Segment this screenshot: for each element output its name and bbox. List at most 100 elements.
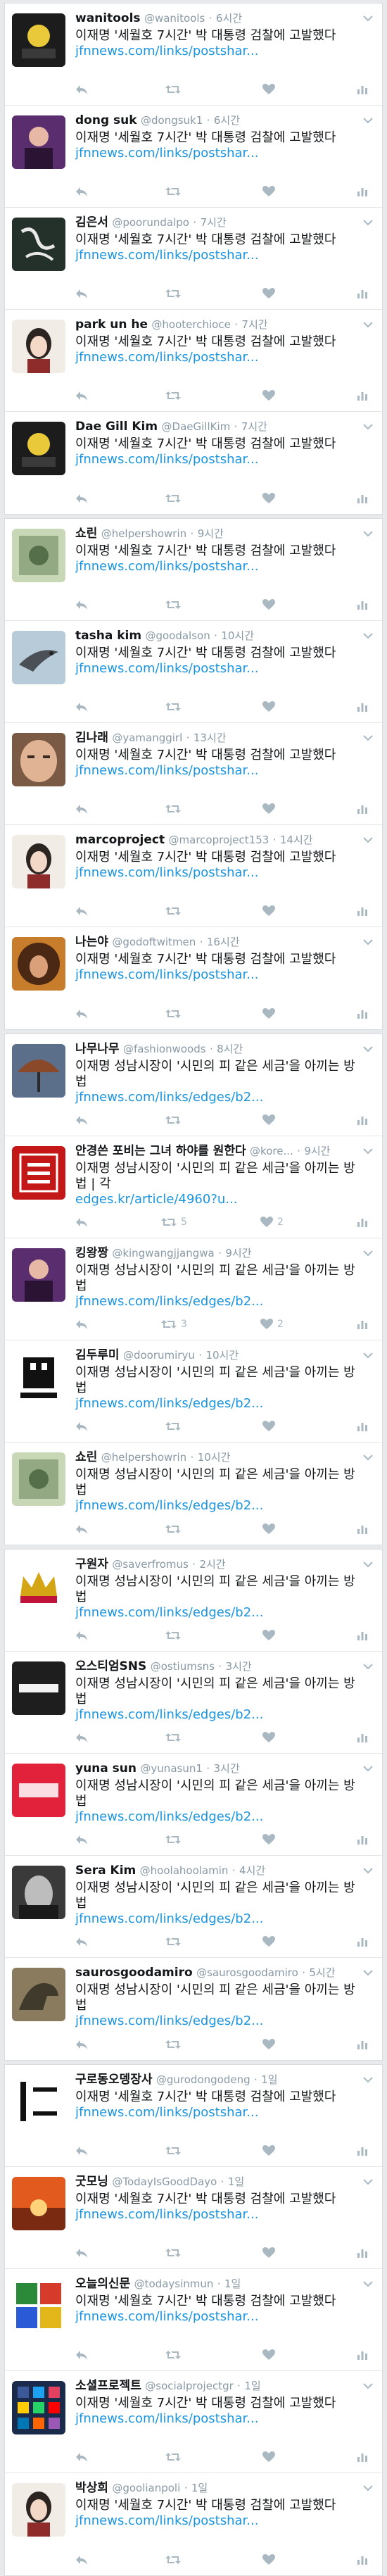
avatar[interactable] — [12, 13, 65, 67]
analytics-button[interactable] — [357, 1523, 368, 1535]
retweet-button[interactable] — [165, 493, 185, 504]
chevron-down-icon[interactable] — [362, 1558, 374, 1568]
tweet-link[interactable]: jfnnews.com/links/edges/b2... — [75, 1605, 361, 1621]
reply-button[interactable] — [75, 1834, 88, 1845]
like-button[interactable] — [262, 2554, 279, 2565]
like-button[interactable] — [262, 1008, 279, 1019]
chevron-down-icon[interactable] — [362, 2482, 374, 2492]
tweet-item[interactable]: 박상희 @goolianpoli · 1일 이재명 '세월호 7시간' 박 대통… — [5, 2473, 382, 2575]
timestamp[interactable]: 7시간 — [201, 216, 227, 229]
retweet-button[interactable] — [165, 1732, 185, 1743]
chevron-down-icon[interactable] — [362, 527, 374, 537]
analytics-button[interactable] — [357, 1421, 368, 1432]
reply-button[interactable] — [75, 1732, 88, 1743]
tweet-link[interactable]: jfnnews.com/links/postshar... — [75, 2411, 361, 2427]
avatar[interactable] — [12, 1248, 65, 1302]
analytics-button[interactable] — [357, 1217, 368, 1228]
analytics-button[interactable] — [357, 2145, 368, 2156]
timestamp[interactable]: 14시간 — [280, 834, 313, 846]
tweet-link[interactable]: jfnnews.com/links/edges/b2... — [75, 1090, 361, 1105]
timestamp[interactable]: 9시간 — [304, 1145, 330, 1157]
analytics-button[interactable] — [357, 1834, 368, 1845]
timestamp[interactable]: 1일 — [244, 2380, 260, 2392]
display-name[interactable]: 김두루미 — [75, 1348, 120, 1362]
reply-button[interactable] — [75, 84, 88, 95]
like-button[interactable] — [262, 599, 279, 610]
avatar[interactable] — [12, 320, 65, 373]
retweet-button[interactable] — [165, 1834, 185, 1845]
user-handle[interactable]: @DaeGillKim — [162, 420, 231, 433]
avatar[interactable] — [12, 2075, 65, 2128]
reply-button[interactable] — [75, 2349, 88, 2361]
tweet-link[interactable]: jfnnews.com/links/postshar... — [75, 248, 361, 263]
display-name[interactable]: wanitools — [75, 11, 141, 25]
like-button[interactable] — [262, 186, 279, 197]
timestamp[interactable]: 4시간 — [239, 1864, 265, 1877]
retweet-button[interactable] — [165, 599, 185, 610]
retweet-button[interactable] — [165, 2247, 185, 2258]
like-button[interactable] — [262, 493, 279, 504]
like-button[interactable]: 2 — [260, 1217, 284, 1228]
timestamp[interactable]: 9시간 — [198, 527, 224, 540]
analytics-button[interactable] — [357, 1936, 368, 1947]
tweet-link[interactable]: jfnnews.com/links/edges/b2... — [75, 1498, 361, 1514]
like-button[interactable] — [262, 2039, 279, 2050]
display-name[interactable]: 구로동오뎅장사 — [75, 2073, 152, 2087]
retweet-button[interactable] — [165, 1936, 185, 1947]
chevron-down-icon[interactable] — [362, 1247, 374, 1257]
display-name[interactable]: 오스티엄SNS — [75, 1659, 146, 1673]
reply-button[interactable] — [75, 1114, 88, 1126]
timestamp[interactable]: 2시간 — [199, 1558, 225, 1571]
avatar[interactable] — [12, 422, 65, 475]
user-handle[interactable]: @todaysinmun — [134, 2277, 214, 2290]
user-handle[interactable]: @yunasun1 — [140, 1762, 202, 1775]
reply-button[interactable] — [75, 905, 88, 917]
like-button[interactable] — [262, 84, 279, 95]
analytics-button[interactable] — [357, 2451, 368, 2463]
chevron-down-icon[interactable] — [362, 114, 374, 124]
analytics-button[interactable] — [357, 701, 368, 712]
retweet-button[interactable] — [165, 2554, 185, 2565]
reply-button[interactable] — [75, 186, 88, 197]
like-button[interactable] — [262, 1732, 279, 1743]
tweet-item[interactable]: 나는야 @godoftwitmen · 16시간 이재명 '세월호 7시간' 박… — [5, 927, 382, 1029]
reply-button[interactable] — [75, 803, 88, 815]
chevron-down-icon[interactable] — [362, 1349, 374, 1359]
retweet-button[interactable]: 3 — [161, 1319, 187, 1330]
tweet-item[interactable]: saurosgoodamiro @saurosgoodamiro · 5시간 이… — [5, 1958, 382, 2060]
display-name[interactable]: 굿모닝 — [75, 2175, 108, 2189]
user-handle[interactable]: @dongsuk1 — [141, 114, 203, 127]
tweet-link[interactable]: jfnnews.com/links/postshar... — [75, 2309, 361, 2325]
reply-button[interactable] — [75, 1630, 88, 1641]
tweet-link[interactable]: jfnnews.com/links/postshar... — [75, 146, 361, 161]
tweet-link[interactable]: jfnnews.com/links/postshar... — [75, 2513, 361, 2529]
timestamp[interactable]: 3시간 — [226, 1660, 252, 1673]
reply-button[interactable] — [75, 288, 88, 299]
timestamp[interactable]: 6시간 — [216, 12, 242, 25]
user-handle[interactable]: @kore... — [250, 1145, 293, 1157]
retweet-button[interactable] — [165, 1630, 185, 1641]
retweet-button[interactable] — [165, 84, 185, 95]
tweet-link[interactable]: jfnnews.com/links/edges/b2... — [75, 2013, 361, 2029]
avatar[interactable] — [12, 2177, 65, 2230]
chevron-down-icon[interactable] — [362, 834, 374, 843]
reply-button[interactable] — [75, 390, 88, 401]
reply-button[interactable] — [75, 2039, 88, 2050]
timestamp[interactable]: 10시간 — [205, 1349, 239, 1362]
display-name[interactable]: 쇼린 — [75, 1450, 97, 1464]
tweet-item[interactable]: wanitools @wanitools · 6시간 이재명 '세월호 7시간'… — [5, 4, 382, 106]
reply-button[interactable] — [75, 1523, 88, 1535]
chevron-down-icon[interactable] — [362, 1762, 374, 1772]
tweet-link[interactable]: jfnnews.com/links/edges/b2... — [75, 1809, 361, 1825]
retweet-button[interactable] — [165, 803, 185, 815]
reply-button[interactable] — [75, 2247, 88, 2258]
like-button[interactable] — [262, 2145, 279, 2156]
avatar[interactable] — [12, 2279, 65, 2332]
tweet-item[interactable]: 나무나무 @fashionwoods · 8시간 이재명 성남시장이 '시민의 … — [5, 1034, 382, 1136]
user-handle[interactable]: @fashionwoods — [123, 1043, 206, 1055]
display-name[interactable]: Dae Gill Kim — [75, 420, 158, 434]
like-button[interactable] — [262, 1630, 279, 1641]
tweet-item[interactable]: 소셜프로젝트 @socialprojectgr · 1일 이재명 '세월호 7시… — [5, 2371, 382, 2473]
user-handle[interactable]: @goodalson — [145, 629, 210, 642]
timestamp[interactable]: 13시간 — [194, 731, 227, 744]
